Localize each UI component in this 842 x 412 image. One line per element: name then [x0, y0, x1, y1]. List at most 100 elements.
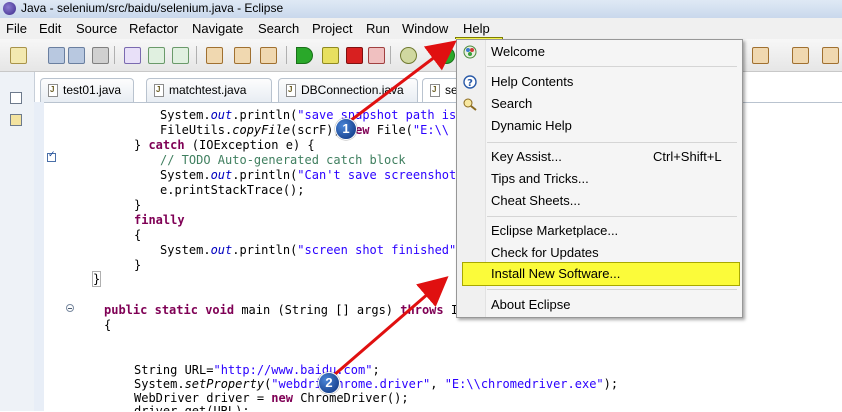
- eclipse-icon: [3, 2, 16, 15]
- menu-window[interactable]: Window: [402, 21, 448, 36]
- tab-test01[interactable]: test01.java: [40, 78, 134, 102]
- navigate-down-icon[interactable]: [792, 47, 809, 64]
- save-all-icon[interactable]: [68, 47, 85, 64]
- menu-item-label: Welcome: [491, 44, 545, 59]
- save-icon[interactable]: [48, 47, 65, 64]
- code-line: System.setProperty("webdri.chrome.driver…: [134, 377, 619, 391]
- java-file-icon: [430, 84, 440, 97]
- menu-accelerator: Ctrl+Shift+L: [653, 149, 722, 164]
- toolbar-separator: [196, 46, 197, 64]
- new-icon[interactable]: [10, 47, 27, 64]
- menu-edit[interactable]: Edit: [39, 21, 61, 36]
- menu-item-label: Key Assist...: [491, 149, 562, 164]
- menu-item-welcome[interactable]: Welcome: [457, 42, 742, 62]
- last-edit-icon[interactable]: [206, 47, 223, 64]
- tab-label: test01.java: [63, 83, 122, 97]
- code-comment: // TODO Auto-generated catch block: [160, 153, 406, 167]
- menu-item-label: Search: [491, 96, 533, 111]
- next-edit-icon[interactable]: [752, 47, 769, 64]
- code-line: {: [104, 318, 112, 332]
- code-line: finally: [134, 213, 185, 227]
- menu-run[interactable]: Run: [366, 21, 390, 36]
- menu-search[interactable]: Search: [258, 21, 299, 36]
- java-file-icon: [286, 84, 296, 97]
- navigate-up-icon[interactable]: [822, 47, 839, 64]
- open-type-icon[interactable]: [124, 47, 141, 64]
- code-line: }: [134, 258, 142, 272]
- menu-item-key-assist[interactable]: Key Assist... Ctrl+Shift+L: [457, 147, 742, 167]
- menu-item-label: Check for Updates: [491, 245, 599, 260]
- menu-separator: [487, 142, 737, 143]
- fold-collapse-icon[interactable]: [66, 304, 74, 312]
- java-file-icon: [154, 84, 164, 97]
- window-title: Java - selenium/src/baidu/selenium.java …: [21, 1, 284, 15]
- terminate-icon[interactable]: [346, 47, 363, 64]
- code-line: String URL="http://www.baidu.com";: [134, 363, 380, 377]
- menu-navigate[interactable]: Navigate: [192, 21, 243, 36]
- tab-dbconnection[interactable]: DBConnection.java: [278, 78, 418, 102]
- menu-help[interactable]: Help: [463, 21, 490, 36]
- menu-item-eclipse-marketplace[interactable]: Eclipse Marketplace...: [457, 221, 742, 241]
- menu-source[interactable]: Source: [76, 21, 117, 36]
- menu-item-tips-and-tricks[interactable]: Tips and Tricks...: [457, 169, 742, 189]
- menu-file[interactable]: File: [6, 21, 27, 36]
- next-annotation-icon[interactable]: [148, 47, 165, 64]
- step-badge-1: 1: [335, 118, 357, 140]
- tab-label: DBConnection.java: [301, 83, 404, 97]
- code-line: }: [134, 198, 142, 212]
- code-line: System.out.println("save snapshot path i…: [160, 108, 464, 122]
- menu-item-label: Help Contents: [491, 74, 574, 89]
- suspend-icon[interactable]: [322, 47, 339, 64]
- code-line: System.out.println("screen shot finished…: [160, 243, 463, 257]
- code-line: System.out.println("Can't save screensho…: [160, 168, 464, 182]
- toolbar-separator: [286, 46, 287, 64]
- back-icon[interactable]: [234, 47, 251, 64]
- tab-label: matchtest.java: [169, 83, 247, 97]
- menu-item-install-new-software[interactable]: Install New Software...: [462, 262, 740, 286]
- code-line: driver.get(URL);: [134, 404, 250, 411]
- left-trim-bar: [0, 72, 35, 411]
- toolbar-separator: [390, 46, 391, 64]
- run-icon[interactable]: [438, 47, 455, 64]
- help-search-icon: [463, 98, 477, 111]
- tab-matchtest[interactable]: matchtest.java: [146, 78, 272, 102]
- disconnect-icon[interactable]: [368, 47, 385, 64]
- menu-item-label: Tips and Tricks...: [491, 171, 589, 186]
- menu-project[interactable]: Project: [312, 21, 352, 36]
- editor-gutter: [34, 102, 44, 411]
- menu-refactor[interactable]: Refactor: [129, 21, 178, 36]
- package-explorer-icon[interactable]: [10, 114, 22, 126]
- menu-item-about-eclipse[interactable]: About Eclipse: [457, 295, 742, 315]
- menu-item-label: About Eclipse: [491, 297, 571, 312]
- code-line: } catch (IOException e) {: [134, 138, 315, 152]
- debug-icon[interactable]: [400, 47, 417, 64]
- java-file-icon: [48, 84, 58, 97]
- menu-bar: File Edit Source Refactor Navigate Searc…: [0, 18, 842, 57]
- menu-item-check-for-updates[interactable]: Check for Updates: [457, 243, 742, 263]
- menu-item-label: Eclipse Marketplace...: [491, 223, 619, 238]
- code-line: public static void main (String [] args)…: [104, 303, 466, 317]
- menu-item-dynamic-help[interactable]: Dynamic Help: [457, 116, 742, 136]
- code-line: }: [92, 271, 102, 287]
- forward-icon[interactable]: [260, 47, 277, 64]
- toolbar-separator: [114, 46, 115, 64]
- code-line: e.printStackTrace();: [160, 183, 305, 197]
- step-badge-2: 2: [318, 372, 340, 394]
- print-icon[interactable]: [92, 47, 109, 64]
- code-line: WebDriver driver = new ChromeDriver();: [134, 391, 409, 405]
- task-marker-icon[interactable]: [47, 150, 56, 162]
- menu-item-label: Install New Software...: [491, 266, 621, 281]
- resume-icon[interactable]: [296, 47, 313, 64]
- menu-item-help-contents[interactable]: ? Help Contents: [457, 72, 742, 92]
- restore-view-icon[interactable]: [10, 92, 22, 104]
- menu-item-search[interactable]: Search: [457, 94, 742, 114]
- menu-item-cheat-sheets[interactable]: Cheat Sheets...: [457, 191, 742, 211]
- menu-separator: [487, 66, 737, 67]
- welcome-icon: [463, 45, 477, 59]
- menu-item-label: Dynamic Help: [491, 118, 572, 133]
- code-line: FileUtils.copyFile(scrF), new File("E:\\: [160, 123, 450, 137]
- menu-separator: [487, 216, 737, 217]
- prev-annotation-icon[interactable]: [172, 47, 189, 64]
- code-line: {: [134, 228, 142, 242]
- help-contents-icon: ?: [463, 75, 477, 89]
